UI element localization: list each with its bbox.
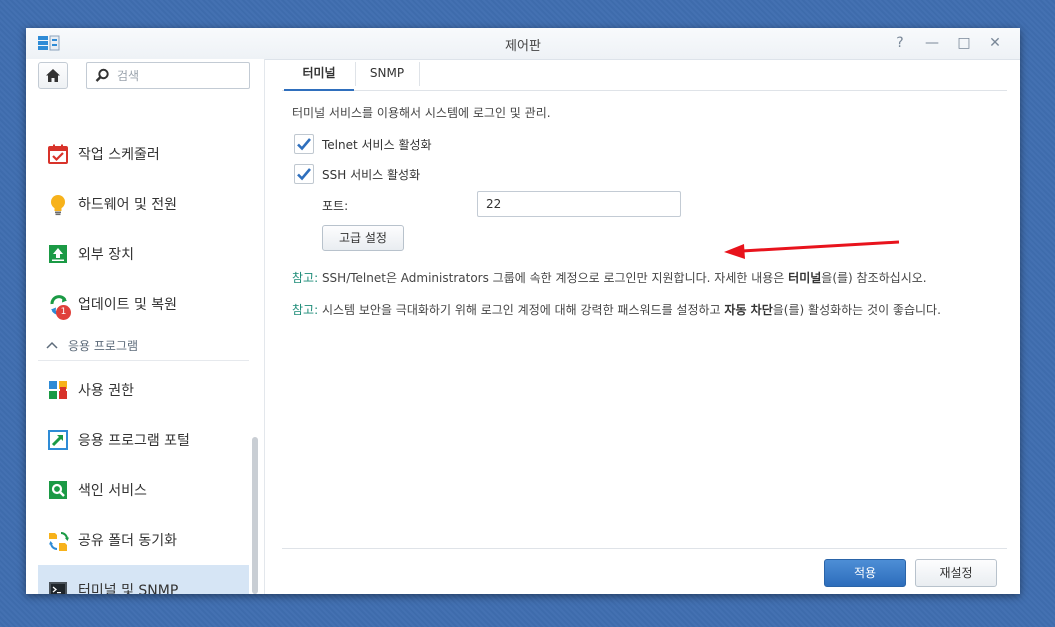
window-title: 제어판 (505, 39, 541, 54)
sidebar-item-label: 업데이트 및 복원 (78, 296, 178, 313)
sidebar: 작업 스케줄러 하드웨어 및 전원 외부 장치 (26, 59, 265, 594)
tab-divider (419, 62, 420, 86)
red-arrow-annotation (724, 240, 900, 259)
sidebar-item-label: 작업 스케줄러 (78, 146, 160, 163)
terminal-help-link[interactable]: 터미널 (788, 271, 821, 285)
search-icon (95, 68, 109, 82)
close-button[interactable]: ✕ (985, 33, 1005, 53)
external-device-icon (48, 244, 68, 264)
advanced-settings-button[interactable]: 고급 설정 (322, 225, 404, 251)
chevron-up-icon (46, 339, 60, 352)
minimize-icon: — (925, 35, 939, 51)
app-portal-icon (48, 429, 68, 450)
sidebar-item-app-portal[interactable]: 응용 프로그램 포털 (38, 415, 249, 464)
sidebar-item-update-restore[interactable]: 1 업데이트 및 복원 (38, 279, 249, 328)
sidebar-item-label: 하드웨어 및 전원 (78, 196, 178, 213)
sidebar-item-shared-folder-sync[interactable]: 공유 폴더 동기화 (38, 515, 249, 564)
control-panel-window: 제어판 ? — □ ✕ 검색 작업 스케줄러 하드웨어 및 전원 외부 장치 1… (26, 28, 1020, 594)
note-security: 참고: 시스템 보안을 극대화하기 위해 로그인 계정에 대해 강력한 패스워드… (292, 300, 992, 320)
note-text: 시스템 보안을 극대화하기 위해 로그인 계정에 대해 강력한 패스워드를 설정… (318, 303, 725, 317)
note-prefix: 참고: (292, 271, 319, 285)
ssh-enable-row[interactable]: SSH 서비스 활성화 (294, 164, 420, 184)
tab-snmp[interactable]: SNMP (356, 59, 418, 89)
sidebar-item-label: 색인 서비스 (78, 482, 147, 499)
footer-divider (282, 548, 1007, 549)
apply-button[interactable]: 적용 (824, 559, 906, 587)
update-restore-icon: 1 (48, 294, 71, 320)
note-administrators: 참고: SSH/Telnet은 Administrators 그룹에 속한 계정… (292, 268, 992, 288)
tab-bar: 터미널 SNMP (282, 59, 1007, 91)
search-box[interactable] (86, 62, 250, 89)
sidebar-item-hardware-power[interactable]: 하드웨어 및 전원 (38, 179, 249, 228)
sidebar-item-label: 터미널 및 SNMP (78, 582, 179, 595)
port-input[interactable] (477, 191, 681, 217)
note-prefix: 참고: (292, 303, 319, 317)
close-icon: ✕ (989, 35, 1001, 51)
sidebar-item-external-devices[interactable]: 외부 장치 (38, 229, 249, 278)
home-button[interactable] (38, 62, 68, 89)
app-privileges-icon (48, 380, 68, 400)
port-label: 포트: (322, 199, 349, 213)
title-bar[interactable]: 제어판 ? — □ ✕ (26, 28, 1020, 60)
sidebar-item-label: 사용 권한 (78, 382, 134, 399)
home-icon (46, 69, 60, 82)
tab-label: SNMP (369, 66, 405, 80)
help-button[interactable]: ? (890, 33, 910, 53)
sidebar-item-indexing-service[interactable]: 색인 서비스 (38, 465, 249, 514)
terminal-icon (48, 580, 68, 594)
telnet-enable-label: Telnet 서비스 활성화 (322, 137, 432, 152)
checkmark-icon (297, 168, 311, 181)
sidebar-item-privileges[interactable]: 사용 권한 (38, 365, 249, 414)
tab-terminal[interactable]: 터미널 (284, 59, 354, 91)
sidebar-item-terminal-snmp[interactable]: 터미널 및 SNMP (38, 565, 249, 594)
shared-folder-sync-icon (48, 530, 69, 551)
notification-badge: 1 (56, 304, 71, 320)
sidebar-item-label: 외부 장치 (78, 246, 134, 263)
section-applications[interactable]: 응용 프로그램 (38, 330, 249, 361)
maximize-icon: □ (957, 35, 971, 51)
telnet-enable-row[interactable]: Telnet 서비스 활성화 (294, 134, 432, 154)
maximize-button[interactable]: □ (954, 33, 974, 53)
checkmark-icon (297, 138, 311, 151)
note-text: 을(를) 활성화하는 것이 좋습니다. (772, 303, 941, 317)
section-label: 응용 프로그램 (68, 338, 139, 353)
auto-block-link[interactable]: 자동 차단 (724, 303, 772, 317)
help-icon: ? (896, 35, 904, 51)
minimize-button[interactable]: — (922, 33, 942, 53)
ssh-enable-label: SSH 서비스 활성화 (322, 167, 421, 182)
calendar-check-icon (48, 144, 68, 164)
search-input[interactable] (115, 66, 244, 86)
note-text: 을(를) 참조하십시오. (821, 271, 927, 285)
lightbulb-icon (48, 194, 68, 215)
tab-label: 터미널 (302, 66, 336, 80)
note-text: SSH/Telnet은 Administrators 그룹에 속한 계정으로 로… (318, 271, 789, 285)
sidebar-scrollbar[interactable] (252, 437, 258, 594)
section-description: 터미널 서비스를 이용해서 시스템에 로그인 및 관리. (292, 106, 551, 120)
telnet-enable-checkbox[interactable] (294, 134, 314, 154)
sidebar-item-label: 응용 프로그램 포털 (78, 432, 190, 449)
reset-button[interactable]: 재설정 (915, 559, 997, 587)
indexing-service-icon (48, 480, 68, 500)
ssh-enable-checkbox[interactable] (294, 164, 314, 184)
sidebar-item-task-scheduler[interactable]: 작업 스케줄러 (38, 129, 249, 178)
sidebar-item-label: 공유 폴더 동기화 (78, 532, 178, 549)
